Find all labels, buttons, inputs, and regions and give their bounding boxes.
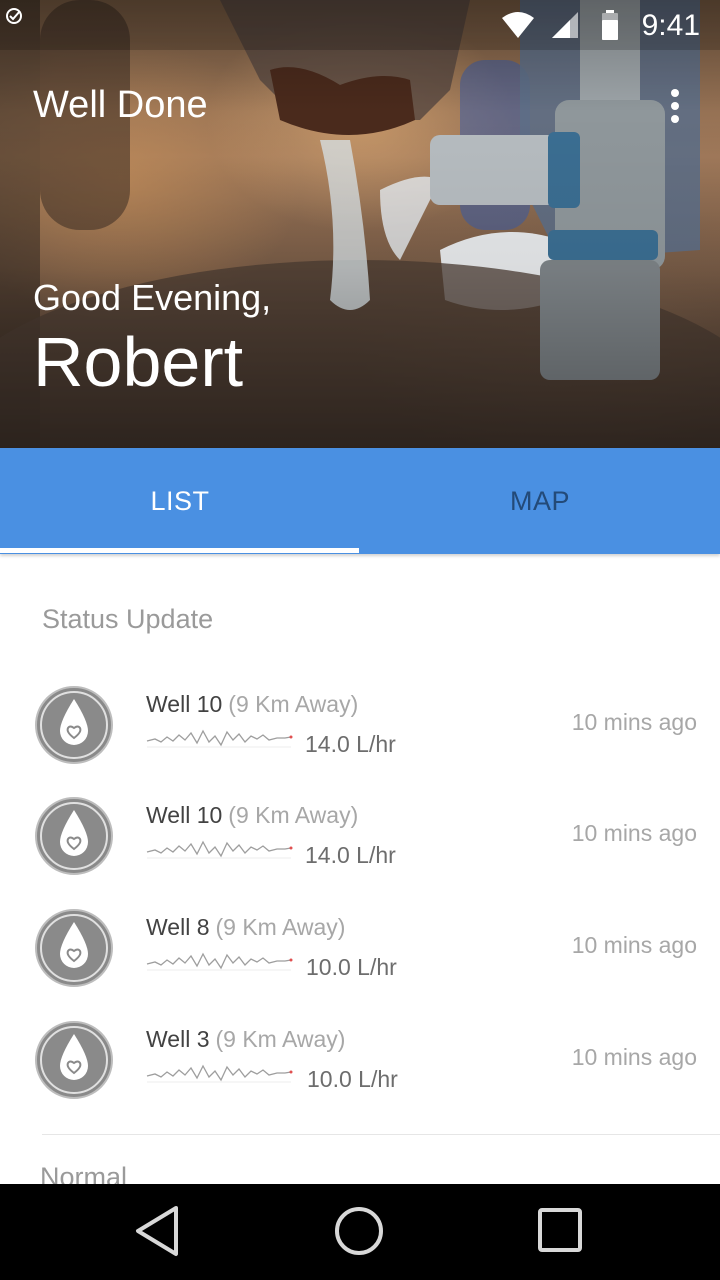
greeting-text: Good Evening,	[33, 277, 272, 318]
tab-bar: LIST MAP	[0, 448, 720, 554]
well-name: Well 10 (9 Km Away)	[146, 691, 359, 717]
well-name: Well 8 (9 Km Away)	[146, 914, 346, 940]
section-title-status-update: Status Update	[42, 604, 214, 634]
well-flow-rate: 10.0 L/hr	[306, 954, 397, 980]
battery-icon	[602, 10, 618, 40]
well-time-ago: 10 mins ago	[571, 820, 697, 846]
section-divider	[42, 1134, 720, 1135]
wifi-icon	[502, 12, 534, 38]
tab-map[interactable]: MAP	[360, 448, 720, 554]
water-drop-heart-icon	[35, 1021, 113, 1099]
well-distance: (9 Km Away)	[215, 914, 346, 940]
notification-icon	[6, 8, 22, 24]
back-icon[interactable]	[134, 1204, 182, 1260]
user-name: Robert	[33, 323, 244, 401]
list-item[interactable]: Well 3 (9 Km Away) 10.0 L/hr 10 mins ago	[0, 1020, 720, 1120]
well-distance: (9 Km Away)	[228, 691, 359, 717]
well-flow-rate: 14.0 L/hr	[305, 731, 396, 757]
well-time-ago: 10 mins ago	[571, 932, 697, 958]
cell-signal-icon	[552, 12, 578, 38]
well-name: Well 3 (9 Km Away)	[146, 1026, 346, 1052]
recents-icon[interactable]	[536, 1204, 584, 1260]
well-distance: (9 Km Away)	[215, 1026, 346, 1052]
status-bar: 9:41	[0, 0, 720, 50]
home-icon[interactable]	[332, 1204, 386, 1260]
flow-sparkline	[146, 840, 293, 859]
water-drop-heart-icon	[35, 909, 113, 987]
status-time: 9:41	[641, 9, 700, 42]
water-drop-heart-icon	[35, 686, 113, 764]
app-title: Well Done	[33, 84, 208, 126]
well-time-ago: 10 mins ago	[571, 709, 697, 735]
well-time-ago: 10 mins ago	[571, 1044, 697, 1070]
flow-sparkline	[146, 1064, 293, 1083]
list-item[interactable]: Well 8 (9 Km Away) 10.0 L/hr 10 mins ago	[0, 908, 720, 1008]
list-item[interactable]: Well 10 (9 Km Away) 14.0 L/hr 10 mins ago	[0, 796, 720, 896]
well-flow-rate: 10.0 L/hr	[307, 1066, 398, 1092]
well-flow-rate: 14.0 L/hr	[305, 842, 396, 868]
tab-indicator	[0, 548, 359, 553]
list-item[interactable]: Well 10 (9 Km Away) 14.0 L/hr 10 mins ago	[0, 685, 720, 785]
well-name: Well 10 (9 Km Away)	[146, 802, 359, 828]
overflow-menu-icon[interactable]	[664, 86, 686, 126]
flow-sparkline	[146, 729, 293, 748]
well-distance: (9 Km Away)	[228, 802, 359, 828]
flow-sparkline	[146, 952, 293, 971]
water-drop-heart-icon	[35, 797, 113, 875]
system-nav-bar	[0, 1184, 720, 1280]
tab-list[interactable]: LIST	[0, 448, 360, 554]
hero-banner: 9:41 Well Done Good Evening, Robert	[0, 0, 720, 448]
